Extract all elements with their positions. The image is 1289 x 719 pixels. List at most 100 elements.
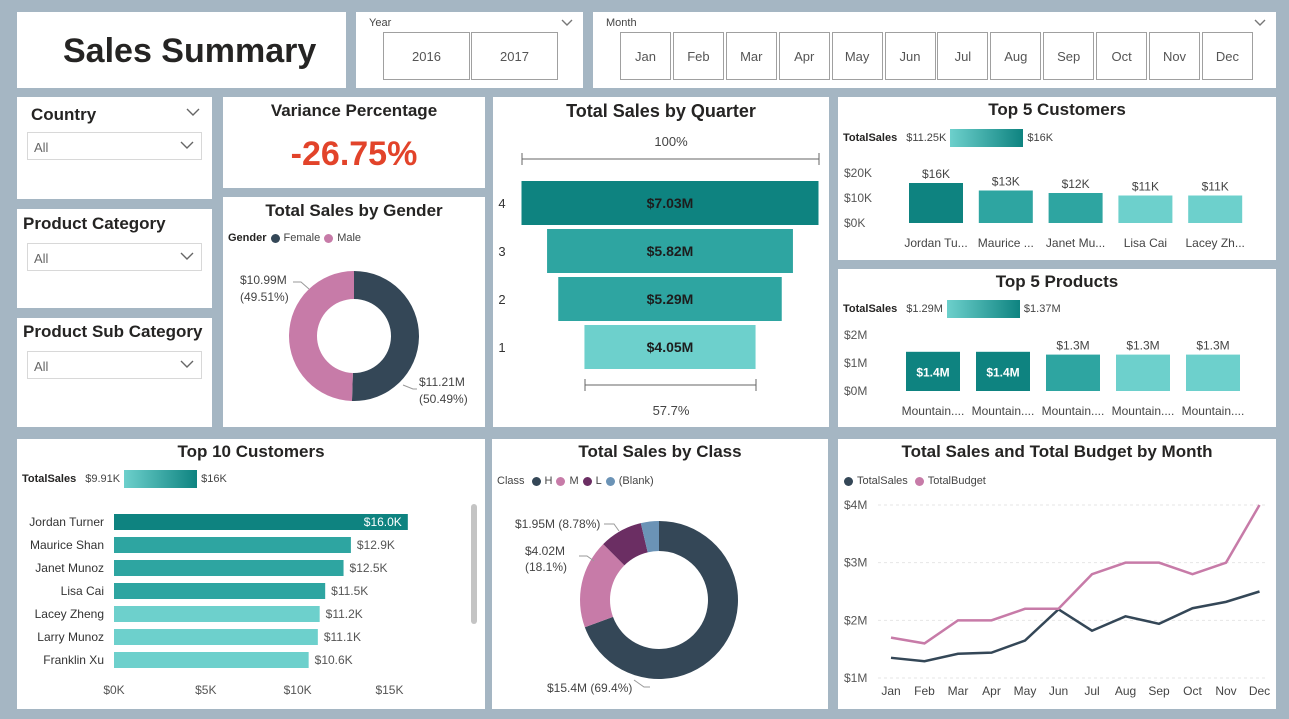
chevron-down-icon[interactable] — [186, 107, 200, 117]
bar — [909, 183, 963, 223]
x-tick-label: Sep — [1148, 684, 1170, 698]
x-tick-label: Mar — [948, 684, 969, 698]
month-sep-button[interactable]: Sep — [1043, 32, 1095, 80]
month-slicer-title: Month — [606, 17, 637, 29]
product-sub-category-card: Product Sub Category All — [17, 318, 212, 427]
bar-data-label: $12K — [1062, 177, 1090, 191]
bar-data-label: $1.3M — [1056, 339, 1089, 353]
gender-male-label: $10.99M — [240, 273, 287, 287]
variance-card: Variance Percentage -26.75% — [223, 97, 485, 188]
y-tick-label: $0K — [844, 216, 865, 230]
y-tick-label: $10K — [844, 191, 872, 205]
month-apr-button[interactable]: Apr — [778, 32, 830, 80]
leader-line — [633, 679, 650, 688]
product-sub-category-dropdown[interactable]: All — [27, 351, 202, 379]
top10-customers-card: Top 10 Customers TotalSales $9.91K $16K … — [17, 439, 485, 709]
x-tick-label: $10K — [284, 683, 312, 697]
x-category-label: Mountain.... — [902, 404, 965, 418]
x-tick-label: Jun — [1049, 684, 1068, 698]
month-dec-button[interactable]: Dec — [1201, 32, 1253, 80]
class-h-label: $15.4M (69.4%) — [547, 681, 632, 695]
budget-card: Total Sales and Total Budget by Month To… — [838, 439, 1276, 709]
quarter-card: Total Sales by Quarter 100% 57.7% $7.03M… — [493, 97, 829, 427]
month-aug-button[interactable]: Aug — [990, 32, 1042, 80]
product-sub-category-title: Product Sub Category — [23, 322, 203, 341]
bar — [978, 190, 1033, 223]
bar-data-label: $1.4M — [916, 365, 949, 379]
gender-male-pct: (49.51%) — [240, 290, 289, 304]
gender-female-label: $11.21M — [419, 375, 465, 389]
month-oct-button[interactable]: Oct — [1096, 32, 1148, 80]
product-category-card: Product Category All — [17, 209, 212, 308]
product-sub-category-value: All — [34, 359, 49, 374]
month-jul-button[interactable]: Jul — [937, 32, 989, 80]
chevron-down-icon[interactable] — [561, 18, 573, 28]
top10-customers-chart: Jordan Turner $16.0K Maurice Shan $12.9K Jan… — [29, 514, 408, 697]
y-tick-label: $20K — [844, 166, 872, 180]
bar — [1188, 195, 1243, 223]
gender-donut-chart: $10.99M (49.51%) $11.21M (50.49%) — [240, 271, 468, 406]
class-m-label: $4.02M — [525, 544, 565, 558]
gender-female-pct: (50.49%) — [419, 392, 468, 406]
y-category-label: Lacey Zheng — [35, 607, 104, 621]
gender-slice-male — [288, 271, 354, 401]
country-filter-title: Country — [31, 105, 97, 124]
leader-line — [293, 281, 310, 290]
x-tick-label: Nov — [1215, 684, 1236, 698]
month-jan-button[interactable]: Jan — [620, 32, 671, 80]
quarter-axis-label: 3 — [498, 244, 505, 259]
year-2016-button[interactable]: 2016 — [383, 32, 470, 80]
month-mar-button[interactable]: Mar — [725, 32, 777, 80]
quarter-bar-label: $5.82M — [647, 243, 694, 259]
x-tick-label: Feb — [914, 684, 935, 698]
top5-customers-chart: $20K $10K $0K $16K Jordan Tu... $13K Maurice .… — [844, 166, 1245, 250]
year-slicer: Year 2016 2017 — [356, 12, 583, 88]
class-l-label: $1.95M (8.78%) — [515, 517, 600, 531]
month-feb-button[interactable]: Feb — [672, 32, 724, 80]
x-category-label: Jordan Tu... — [904, 236, 967, 250]
product-category-value: All — [34, 251, 49, 266]
quarter-axis-label: 2 — [498, 292, 505, 307]
x-category-label: Lacey Zh... — [1186, 236, 1245, 250]
gender-slice-female — [351, 271, 419, 401]
y-category-label: Franklin Xu — [43, 653, 104, 667]
quarter-axis-label: 1 — [498, 340, 505, 355]
scrollbar[interactable] — [471, 504, 477, 624]
quarter-top-pct: 100% — [654, 134, 688, 149]
series-line-totalsales — [890, 590, 1260, 663]
bar-data-label: $10.6K — [315, 653, 353, 667]
x-tick-label: May — [1014, 684, 1037, 698]
product-category-title: Product Category — [23, 214, 166, 233]
bar-data-label: $16K — [922, 167, 950, 181]
quarter-funnel-chart: 100% 57.7% $7.03M 4 $5.82M 3 $5.29M 2 $4.05M 1 — [498, 134, 820, 418]
x-tick-label: Dec — [1249, 684, 1270, 698]
bar-data-label: $11K — [1132, 180, 1159, 194]
class-card: Total Sales by Class Class H M L (Blank)… — [492, 439, 828, 709]
x-category-label: Mountain.... — [1112, 404, 1175, 418]
bar-data-label: $11.5K — [331, 584, 368, 598]
product-category-dropdown[interactable]: All — [27, 243, 202, 271]
x-tick-label: $0K — [103, 683, 124, 697]
top5-products-chart: $2M $1M $0M $1.4M Mountain.... $1.4M Mountain.… — [844, 328, 1244, 418]
y-category-label: Jordan Turner — [29, 515, 104, 529]
x-category-label: Mountain.... — [1042, 404, 1105, 418]
month-jun-button[interactable]: Jun — [884, 32, 936, 80]
month-nov-button[interactable]: Nov — [1149, 32, 1200, 80]
bar-data-label: $1.3M — [1126, 339, 1159, 353]
x-tick-label: $15K — [375, 683, 403, 697]
bar-data-label: $11.2K — [326, 607, 363, 621]
bar-data-label: $1.3M — [1196, 339, 1229, 353]
chevron-down-icon[interactable] — [1254, 18, 1266, 28]
bar — [1186, 354, 1240, 391]
bar — [114, 606, 320, 622]
country-dropdown[interactable]: All — [27, 132, 202, 160]
month-may-button[interactable]: May — [831, 32, 883, 80]
bar-data-label: $12.9K — [357, 538, 395, 552]
y-tick-label: $2M — [844, 613, 867, 627]
quarter-bar-label: $5.29M — [647, 291, 694, 307]
bar — [114, 583, 326, 599]
y-tick-label: $4M — [844, 498, 867, 512]
year-2017-button[interactable]: 2017 — [471, 32, 558, 80]
y-category-label: Larry Munoz — [37, 630, 104, 644]
x-category-label: Mountain.... — [972, 404, 1035, 418]
